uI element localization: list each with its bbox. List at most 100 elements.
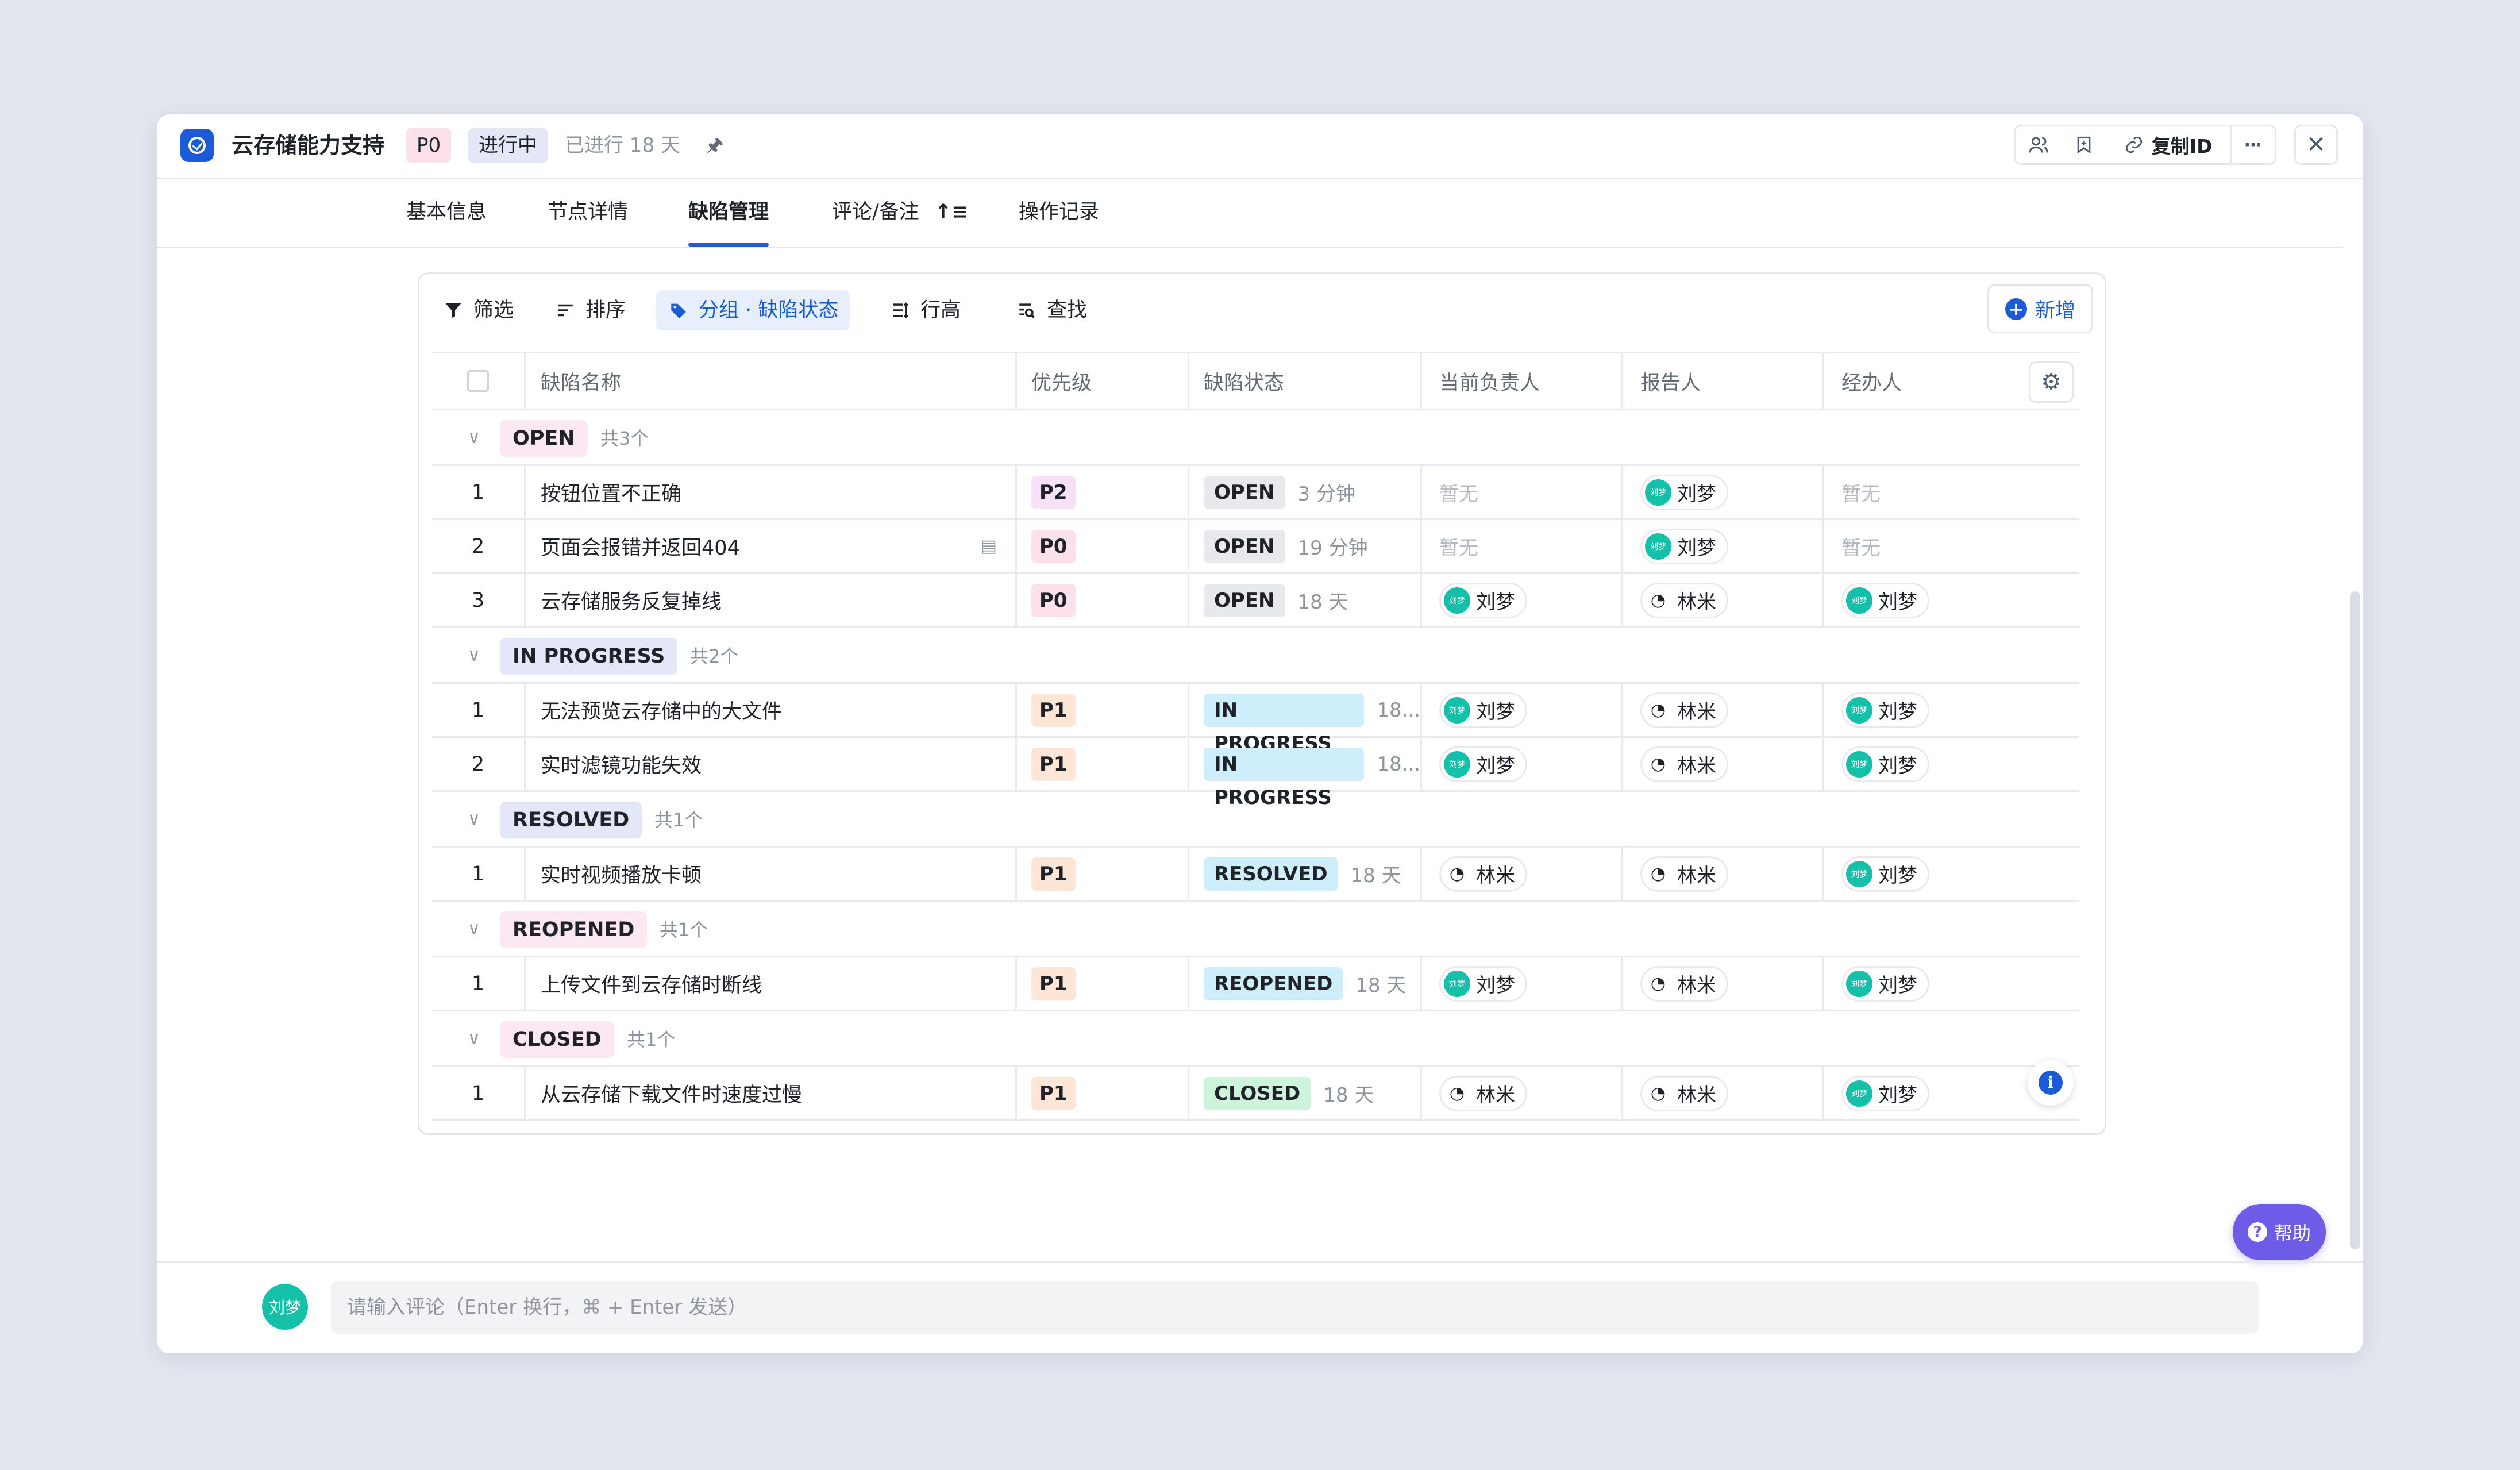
person-chip[interactable]: ◔ 林米: [1640, 856, 1728, 892]
status-cell[interactable]: REOPENED 18 天: [1188, 957, 1420, 1010]
table-row[interactable]: 1 按钮位置不正确 P2 OPEN 3 分钟 暂无 刘梦 刘梦 暂无: [432, 466, 2079, 520]
person-chip[interactable]: ◔ 林米: [1439, 856, 1527, 892]
tab-basic-info[interactable]: 基本信息: [406, 178, 487, 247]
person-chip[interactable]: ◔ 林米: [1439, 1075, 1527, 1111]
chevron-down-icon[interactable]: ∨: [468, 1011, 480, 1065]
person-chip[interactable]: 刘梦 刘梦: [1439, 746, 1527, 782]
defect-name-cell[interactable]: 上传文件到云存储时断线: [524, 957, 1015, 1010]
vertical-scrollbar[interactable]: [2350, 591, 2360, 1249]
person-chip[interactable]: ◔ 林米: [1640, 746, 1728, 782]
status-cell[interactable]: CLOSED 18 天: [1188, 1067, 1420, 1119]
more-button[interactable]: ⋯: [2229, 126, 2275, 163]
table-row[interactable]: 1 从云存储下载文件时速度过慢 P1 CLOSED 18 天 ◔ 林米 ◔ 林米 刘梦 刘梦: [432, 1067, 2079, 1121]
table-row[interactable]: 1 无法预览云存储中的大文件 P1 IN PROGRESS 18... 刘梦 刘梦 ◔ 林米 刘梦…: [432, 684, 2079, 755]
status-cell[interactable]: IN PROGRESS 18...: [1188, 738, 1420, 809]
filter-button[interactable]: 筛选: [431, 290, 525, 330]
table-row[interactable]: 2 实时滤镜功能失效 P1 IN PROGRESS 18... 刘梦 刘梦 ◔ 林米 刘梦 刘梦: [432, 738, 2079, 809]
close-button[interactable]: ✕: [2294, 125, 2338, 165]
person-chip[interactable]: 刘梦 刘梦: [1841, 1075, 1929, 1111]
status-cell[interactable]: OPEN 19 分钟: [1188, 520, 1420, 572]
defect-window: 云存储能力支持 P0 进行中 已进行 18 天 🖈 复制ID ⋯ ✕ 基本信息 …: [157, 114, 2363, 1353]
column-header-status[interactable]: 缺陷状态: [1188, 353, 1420, 409]
person-chip[interactable]: 刘梦 刘梦: [1841, 692, 1929, 728]
row-index-cell: 2: [432, 738, 524, 790]
person-chip[interactable]: 刘梦 刘梦: [1640, 528, 1728, 564]
add-defect-button[interactable]: + 新增: [1987, 284, 2093, 333]
select-all-checkbox[interactable]: [467, 370, 489, 392]
defect-name-cell[interactable]: 按钮位置不正确: [524, 466, 1015, 518]
comment-input[interactable]: [331, 1281, 2259, 1334]
priority-cell[interactable]: P1: [1015, 738, 1188, 790]
priority-badge: P0: [1031, 529, 1076, 563]
person-chip[interactable]: 刘梦 刘梦: [1841, 856, 1929, 892]
person-chip[interactable]: ◔ 林米: [1640, 1075, 1728, 1111]
person-chip[interactable]: 刘梦 刘梦: [1439, 692, 1527, 728]
priority-cell[interactable]: P0: [1015, 520, 1188, 572]
status-cell[interactable]: RESOLVED 18 天: [1188, 848, 1420, 900]
chevron-down-icon[interactable]: ∨: [468, 410, 480, 464]
table-row[interactable]: 2 页面会报错并返回404 ▤ P0 OPEN 19 分钟 暂无 刘梦 刘梦 暂无: [432, 520, 2079, 574]
priority-cell[interactable]: P1: [1015, 684, 1188, 736]
defect-name-cell[interactable]: 从云存储下载文件时速度过慢: [524, 1067, 1015, 1119]
person-chip[interactable]: ◔ 林米: [1640, 582, 1728, 618]
defect-name-cell[interactable]: 实时滤镜功能失效: [524, 738, 1015, 790]
group-row[interactable]: ∨ CLOSED 共1个: [432, 1011, 2079, 1067]
info-button[interactable]: i: [2028, 1060, 2074, 1106]
find-button[interactable]: 查找: [1004, 290, 1099, 330]
filter-icon: [445, 303, 461, 318]
status-cell[interactable]: OPEN 3 分钟: [1188, 466, 1420, 518]
defect-name-cell[interactable]: 无法预览云存储中的大文件: [524, 684, 1015, 736]
person-chip[interactable]: 刘梦 刘梦: [1841, 965, 1929, 1002]
group-row[interactable]: ∨ OPEN 共3个: [432, 410, 2079, 466]
person-chip[interactable]: 刘梦 刘梦: [1439, 965, 1527, 1002]
tab-defect-management[interactable]: 缺陷管理: [688, 178, 769, 247]
column-settings-button[interactable]: ⚙: [2029, 361, 2074, 403]
row-height-button[interactable]: 行高: [878, 290, 972, 330]
person-chip[interactable]: 刘梦 刘梦: [1841, 582, 1929, 618]
person-name: 刘梦: [1476, 755, 1515, 778]
person-chip[interactable]: 刘梦 刘梦: [1439, 582, 1527, 618]
priority-cell[interactable]: P0: [1015, 574, 1188, 626]
person-chip[interactable]: ◔ 林米: [1640, 692, 1728, 728]
comment-icon[interactable]: ▤: [981, 536, 997, 556]
chevron-down-icon[interactable]: ∨: [468, 792, 480, 846]
column-header-owner[interactable]: 当前负责人: [1420, 353, 1621, 409]
person-chip[interactable]: ◔ 林米: [1640, 965, 1728, 1002]
header-tools: 复制ID ⋯: [2014, 125, 2276, 165]
status-cell[interactable]: OPEN 18 天: [1188, 574, 1420, 626]
sort-button[interactable]: 排序: [543, 290, 637, 330]
person-chip[interactable]: 刘梦 刘梦: [1841, 746, 1929, 782]
table-row[interactable]: 1 上传文件到云存储时断线 P1 REOPENED 18 天刘梦 刘梦 ◔ 林米 刘梦 刘梦: [432, 957, 2079, 1011]
copy-id-button[interactable]: 复制ID: [2107, 126, 2230, 163]
priority-cell[interactable]: P2: [1015, 466, 1188, 518]
group-row[interactable]: ∨ RESOLVED 共1个: [432, 792, 2079, 848]
group-row[interactable]: ∨ IN PROGRESS 共2个: [432, 628, 2079, 684]
chevron-down-icon[interactable]: ∨: [468, 902, 480, 956]
column-header-reporter[interactable]: 报告人: [1621, 353, 1822, 409]
group-count: 共1个: [627, 1029, 676, 1050]
defect-name-cell[interactable]: 实时视频播放卡顿: [524, 848, 1015, 900]
chevron-down-icon[interactable]: ∨: [468, 628, 480, 682]
members-button[interactable]: [2016, 126, 2061, 163]
person-chip[interactable]: 刘梦 刘梦: [1640, 474, 1728, 510]
priority-cell[interactable]: P1: [1015, 957, 1188, 1010]
priority-cell[interactable]: P1: [1015, 1067, 1188, 1119]
priority-cell[interactable]: P1: [1015, 848, 1188, 900]
pin-icon[interactable]: 🖈: [706, 130, 723, 160]
defect-name: 云存储服务反复掉线: [541, 591, 722, 614]
row-index-cell: 1: [432, 466, 524, 518]
group-button[interactable]: 分组 · 缺陷状态: [656, 290, 850, 330]
column-header-name[interactable]: 缺陷名称: [524, 353, 1015, 409]
table-row[interactable]: 1 实时视频播放卡顿 P1 RESOLVED 18 天 ◔ 林米 ◔ 林米 刘梦 刘梦: [432, 848, 2079, 902]
group-row[interactable]: ∨ REOPENED 共1个: [432, 902, 2079, 957]
defect-name-cell[interactable]: 云存储服务反复掉线: [524, 574, 1015, 626]
column-header-priority[interactable]: 优先级: [1015, 353, 1188, 409]
tab-operation-log[interactable]: 操作记录: [1019, 178, 1099, 247]
bookmark-button[interactable]: [2061, 126, 2106, 163]
help-button[interactable]: ? 帮助: [2233, 1204, 2326, 1260]
table-row[interactable]: 3 云存储服务反复掉线 P0 OPEN 18 天刘梦 刘梦 ◔ 林米 刘梦 刘梦: [432, 574, 2079, 628]
tab-node-details[interactable]: 节点详情: [548, 178, 628, 247]
tab-comments[interactable]: 评论/备注 ↑≡: [832, 178, 969, 247]
defect-name-cell[interactable]: 页面会报错并返回404 ▤: [524, 520, 1015, 572]
status-cell[interactable]: IN PROGRESS 18...: [1188, 684, 1420, 755]
